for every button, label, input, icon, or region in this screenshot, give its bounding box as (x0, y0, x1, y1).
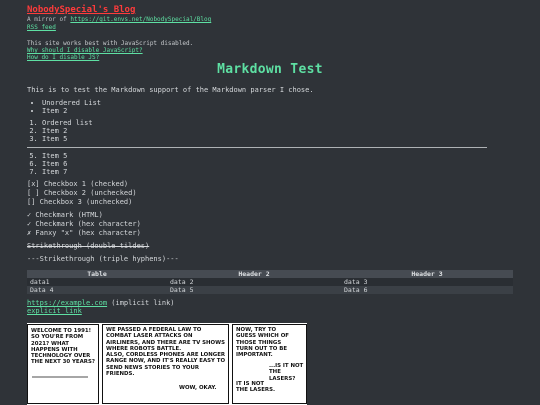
list-item: Item 7 (42, 168, 517, 176)
list-item: Item 5 (42, 135, 517, 143)
rss-feed-link[interactable]: RSS feed (27, 24, 56, 31)
strikethrough-text: Strikethrough (double tildes) (27, 242, 150, 250)
post-content: This is to test the Markdown support of … (27, 86, 517, 315)
data-table: Table Header 2 Header 3 data1 data 2 dat… (27, 270, 513, 294)
checkbox-block: [x] Checkbox 1 (checked) [ ] Checkbox 2 … (27, 180, 517, 207)
explicit-link[interactable]: explicit link (27, 307, 82, 315)
comic-text: We passed a federal law to combat laser … (106, 327, 225, 352)
implicit-link[interactable]: https://example.com (27, 299, 107, 307)
checkbox-line: [ ] Checkbox 2 (unchecked) (27, 189, 137, 197)
site-header: NobodySpecial's Blog A mirror of https:/… (27, 5, 517, 61)
comic-text: Welcome to 1991! So you're from 2021? Wh… (31, 328, 95, 366)
ordered-list-continued: Item 5 Item 6 Item 7 (27, 152, 517, 176)
js-note: This site works best with JavaScript dis… (27, 40, 194, 47)
why-disable-js-link[interactable]: Why should I disable JavaScript? (27, 47, 143, 54)
table-cell: data 3 (341, 278, 513, 286)
comic-text: ...Is it not the lasers? (269, 363, 304, 382)
table-row: data1 data 2 data 3 (27, 278, 513, 286)
table-cell: Data 5 (167, 286, 341, 294)
comic-panel-2: We passed a federal law to combat laser … (102, 324, 229, 404)
checkmark-line: ✓ Checkmark (HTML) (27, 211, 103, 219)
implicit-link-note: (implicit link) (107, 299, 175, 307)
comic-panel-3: Now, try to guess which of those things … (232, 324, 307, 404)
comic-text: It is not the lasers. (236, 381, 276, 394)
checkbox-line: [x] Checkbox 1 (checked) (27, 180, 129, 188)
implicit-link-line: https://example.com (implicit link) (27, 299, 517, 307)
site-title-link[interactable]: NobodySpecial's Blog (27, 5, 517, 16)
mirror-line: A mirror of https://git.envs.net/NobodyS… (27, 16, 517, 24)
list-item: Ordered list (42, 119, 517, 127)
checkbox-line: [] Checkbox 3 (unchecked) (27, 198, 133, 206)
table-cell: data 2 (167, 278, 341, 286)
table-cell: data1 (27, 278, 167, 286)
horizontal-rule (27, 147, 487, 148)
unordered-list: Unordered List Item 2 (27, 99, 517, 115)
table-cell: Data 6 (341, 286, 513, 294)
mirror-url-link[interactable]: https://git.envs.net/NobodySpecial/Blog (70, 16, 211, 23)
list-item: Item 6 (42, 160, 517, 168)
comic-text: Wow, okay. (179, 385, 217, 391)
how-disable-js-link[interactable]: How do I disable JS? (27, 54, 99, 61)
comic-image: Welcome to 1991! So you're from 2021? Wh… (27, 323, 307, 405)
table-cell: Data 4 (27, 286, 167, 294)
intro-paragraph: This is to test the Markdown support of … (27, 86, 314, 94)
table-row: Data 4 Data 5 Data 6 (27, 286, 513, 294)
mirror-prefix: A mirror of (27, 16, 71, 23)
comic-text: Now, try to guess which of those things … (236, 327, 289, 359)
table-header: Table (27, 270, 167, 278)
triple-hyphen-text: ---Strikethrough (triple hyphens)--- (27, 255, 179, 263)
checkmark-block: ✓ Checkmark (HTML) ✓ Checkmark (hex char… (27, 211, 517, 238)
list-item: Item 5 (42, 152, 517, 160)
list-item: Unordered List (42, 99, 517, 107)
checkmark-line: ✓ Checkmark (hex character) (27, 220, 141, 228)
checkmark-line: ✗ Fanxy "x" (hex character) (27, 229, 141, 237)
ordered-list: Ordered list Item 2 Item 5 (27, 119, 517, 143)
comic-text: Also, cordless phones are longer range n… (106, 352, 226, 377)
table-header: Header 3 (341, 270, 513, 278)
table-header: Header 2 (167, 270, 341, 278)
page-title: Markdown Test (217, 62, 323, 77)
comic-panel-1: Welcome to 1991! So you're from 2021? Wh… (27, 324, 99, 404)
list-item: Item 2 (42, 127, 517, 135)
list-item: Item 2 (42, 107, 517, 115)
